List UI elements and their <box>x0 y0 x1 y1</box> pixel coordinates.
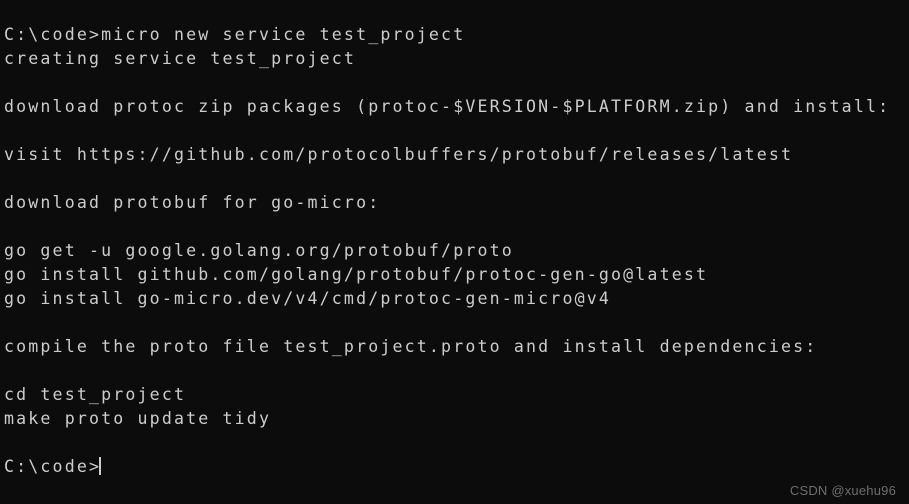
watermark: CSDN @xuehu96 <box>789 483 896 498</box>
terminal-line: compile the proto file test_project.prot… <box>4 337 818 356</box>
terminal-line: go install go-micro.dev/v4/cmd/protoc-ge… <box>4 289 612 308</box>
terminal-line: make proto update tidy <box>4 409 272 428</box>
command-prompt-line[interactable]: C:\code> <box>4 455 909 479</box>
terminal-line: cd test_project <box>4 385 187 404</box>
prompt-text: C:\code> <box>4 457 102 476</box>
terminal-line: download protobuf for go-micro: <box>4 193 381 212</box>
console-output: C:\code>micro new service test_project c… <box>4 23 909 479</box>
terminal-line: creating service test_project <box>4 49 357 68</box>
terminal-line: visit https://github.com/protocolbuffers… <box>4 145 794 164</box>
terminal-line: go get -u google.golang.org/protobuf/pro… <box>4 241 514 260</box>
terminal-line: C:\code>micro new service test_project <box>4 25 466 44</box>
terminal-line: go install github.com/golang/protobuf/pr… <box>4 265 709 284</box>
text-cursor <box>99 457 102 475</box>
terminal-line: download protoc zip packages (protoc-$VE… <box>4 97 891 116</box>
terminal-window[interactable]: C:\code>micro new service test_project c… <box>0 0 909 504</box>
